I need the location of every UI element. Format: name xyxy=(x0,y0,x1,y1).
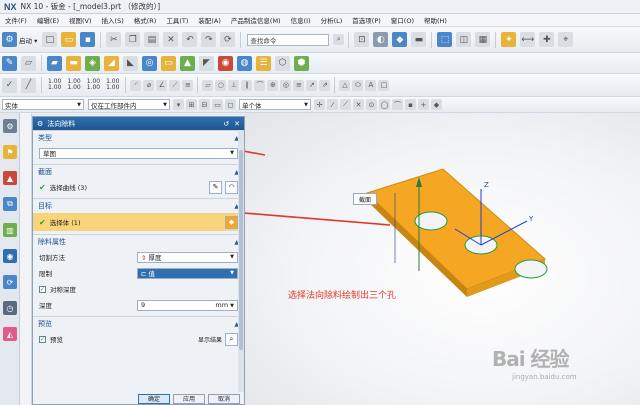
magnifier-icon[interactable]: ⌕ xyxy=(225,332,238,346)
watermark-brand: Bai 经验 xyxy=(492,347,570,371)
check-icon: ✔ xyxy=(39,217,46,227)
cut-method-select[interactable]: ⇕ 厚度 ▼ xyxy=(137,251,238,263)
type-row: 草图 ▼ xyxy=(33,145,244,161)
section-tooltip: 截面 xyxy=(353,193,378,205)
cut-properties-header[interactable]: 除料属性 ▲ xyxy=(33,235,244,249)
dialog-footer: 确定 应用 取消 xyxy=(33,391,244,404)
select-body-label: 选择体 (1) xyxy=(49,219,81,227)
select-curve-label: 选择曲线 (3) xyxy=(49,184,87,192)
reset-icon[interactable]: ↺ xyxy=(223,120,229,128)
limit-select[interactable]: ⊏ 值 ▼ xyxy=(137,267,238,279)
preview-checkbox[interactable]: ✓ xyxy=(39,335,46,343)
type-header[interactable]: 类型 ▲ xyxy=(33,131,244,145)
curve-icon[interactable]: ◠ xyxy=(225,180,238,194)
baidu-watermark: Bai 经验 jingyan.baidu.com xyxy=(492,335,632,395)
cancel-button[interactable]: 取消 xyxy=(208,394,240,404)
annotation-text: 选择法向除料绘制出三个孔 xyxy=(288,291,397,301)
limit-row: 限制 ⊏ 值 ▼ xyxy=(33,265,244,281)
preview-row: ✓ 预览 显示结果 ⌕ xyxy=(33,331,244,347)
target-header[interactable]: 目标 ▲ xyxy=(33,199,244,213)
target-section: 目标 ▲ ✔ 选择体 (1) ◆ xyxy=(33,198,244,231)
cut-method-label: 切割方法 xyxy=(39,254,65,262)
section-header[interactable]: 截面 ▲ xyxy=(33,165,244,179)
cut-method-row: 切割方法 ⇕ 厚度 ▼ xyxy=(33,249,244,265)
ok-button[interactable]: 确定 xyxy=(138,394,170,404)
thickness-icon: ⇕ xyxy=(141,254,149,262)
dialog-title-bar[interactable]: ⚙ 法向除料 ↺ ✕ xyxy=(33,117,244,130)
body-cube-icon[interactable]: ◆ xyxy=(225,215,238,229)
normal-cutout-dialog: ⚙ 法向除料 ↺ ✕ 类型 ▲ 草图 ▼ 截面 ▲ ✔ 选择曲线 (3) ✎ ◠ 目标… xyxy=(32,116,245,405)
dialog-title: 法向除料 xyxy=(47,119,76,128)
section-section: 截面 ▲ ✔ 选择曲线 (3) ✎ ◠ xyxy=(33,164,244,195)
dialog-scrollbar[interactable] xyxy=(238,130,244,392)
check-icon: ✔ xyxy=(39,182,46,192)
symmetric-depth-row[interactable]: ✓ 对称深度 xyxy=(33,281,244,297)
watermark-url: jingyan.baidu.com xyxy=(512,373,577,381)
sketch-section-icon[interactable]: ✎ xyxy=(209,180,222,194)
preview-label: 预览 xyxy=(50,336,63,344)
depth-input[interactable]: 9 mm ▼ xyxy=(137,299,238,311)
depth-row: 深度 9 mm ▼ xyxy=(33,297,244,313)
preview-section: 预览 ▲ ✓ 预览 显示结果 ⌕ xyxy=(33,316,244,347)
apply-button[interactable]: 应用 xyxy=(173,394,205,404)
select-body-row[interactable]: ✔ 选择体 (1) ◆ xyxy=(33,213,244,231)
symmetric-depth-checkbox[interactable]: ✓ xyxy=(39,285,46,293)
preview-header[interactable]: 预览 ▲ xyxy=(33,317,244,331)
value-icon: ⊏ xyxy=(141,270,149,278)
close-icon[interactable]: ✕ xyxy=(234,120,240,128)
cut-properties-section: 除料属性 ▲ 切割方法 ⇕ 厚度 ▼ 限制 ⊏ 值 ▼ ✓ 对称深度 深度 9 mm ▼ xyxy=(33,234,244,313)
limit-label: 限制 xyxy=(39,270,52,278)
show-result-label: 显示结果 xyxy=(197,336,222,344)
depth-label: 深度 xyxy=(39,302,52,310)
type-section: 类型 ▲ 草图 ▼ xyxy=(33,130,244,161)
symmetric-depth-label: 对称深度 xyxy=(50,286,76,294)
gear-icon: ⚙ xyxy=(37,119,44,128)
scroll-thumb[interactable] xyxy=(239,150,243,350)
type-select[interactable]: 草图 ▼ xyxy=(39,147,238,159)
select-curve-row[interactable]: ✔ 选择曲线 (3) ✎ ◠ xyxy=(33,179,244,195)
